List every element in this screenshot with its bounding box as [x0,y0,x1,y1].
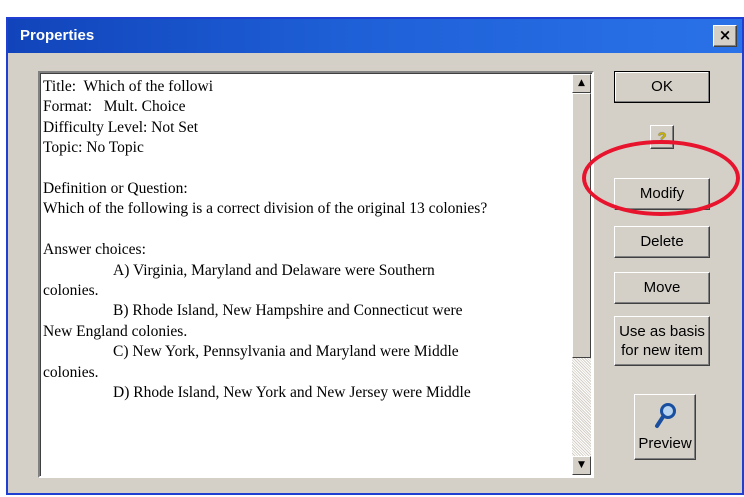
choice-c-line2: colonies. [43,363,99,381]
scroll-thumb[interactable] [572,93,591,358]
delete-button[interactable]: Delete [614,226,710,258]
answers-heading: Answer choices: [43,241,146,259]
choice-d-line1: D) Rhode Island, New York and New Jersey… [113,384,471,402]
item-details-text: Title: Which of the followi Format: Mult.… [43,77,563,404]
title-bar[interactable]: Properties × [8,19,742,53]
modify-button[interactable]: Modify [614,178,710,210]
move-button[interactable]: Move [614,272,710,304]
format-line: Format: Mult. Choice [43,98,186,116]
choice-a-line2: colonies. [43,282,99,300]
choice-b-line2: New England colonies. [43,322,188,340]
use-as-basis-button[interactable]: Use as basis for new item [614,316,710,366]
title-line: Title: Which of the followi [43,78,214,95]
scroll-up-icon: ▲ [578,78,585,88]
close-icon: × [718,26,732,44]
scroll-down-icon: ▼ [578,460,585,470]
difficulty-line: Difficulty Level: Not Set [43,118,199,136]
scroll-up-button[interactable]: ▲ [572,74,591,93]
item-details-textbox[interactable]: Title: Which of the followi Format: Mult.… [38,71,594,478]
help-icon: ? [657,129,667,145]
ok-button[interactable]: OK [614,71,710,103]
window-title: Properties [20,27,95,44]
help-button[interactable]: ? [650,125,674,149]
scroll-down-button[interactable]: ▼ [572,456,591,475]
properties-dialog: Properties × Title: Which of the followi… [6,17,744,495]
choice-c-line1: C) New York, Pennsylvania and Maryland w… [113,343,459,361]
question-text: Which of the following is a correct divi… [43,200,488,218]
choice-a-line1: A) Virginia, Maryland and Delaware were … [113,261,435,279]
magnifier-icon [654,402,678,436]
preview-button[interactable]: Preview [634,394,696,460]
close-button[interactable]: × [713,25,737,47]
question-heading: Definition or Question: [43,180,188,198]
choice-b-line1: B) Rhode Island, New Hampshire and Conne… [113,302,463,320]
preview-label: Preview [638,435,692,452]
vertical-scrollbar[interactable]: ▲ ▼ [572,74,591,475]
topic-line: Topic: No Topic [43,139,144,157]
